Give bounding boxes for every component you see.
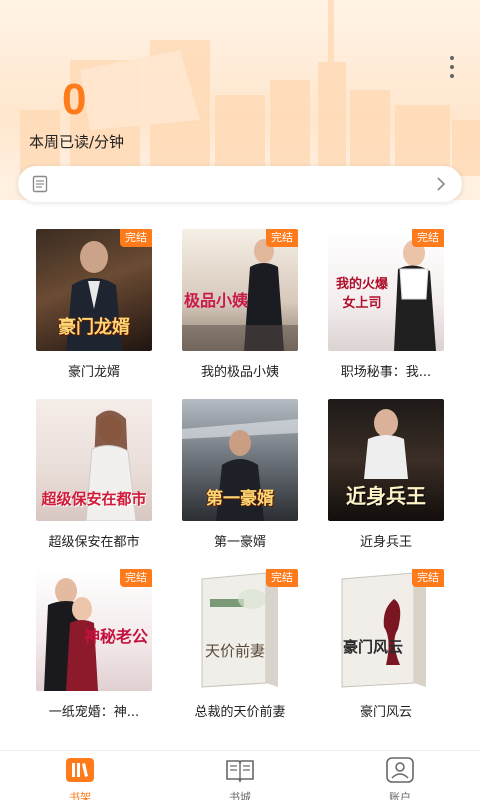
cover-title: 豪门龙婿 [58, 317, 130, 338]
more-options-button[interactable] [446, 56, 458, 78]
book-item[interactable]: 完结 我的火爆女上司 职场秘事：我... [328, 229, 444, 380]
cover-title: 神秘老公 [83, 627, 148, 646]
book-title: 超级保安在都市 [48, 535, 140, 550]
cover-title: 超级保安在都市 [41, 490, 147, 508]
weekly-read-minutes: 0 [62, 75, 87, 124]
tab-account-label: 账户 [389, 791, 411, 800]
book-cover[interactable]: 完结 神秘老公 [36, 569, 152, 691]
book-item[interactable]: 完结 神秘老公 一纸宠婚：神... [36, 569, 152, 720]
cover-title: 我的火爆女上司 [335, 277, 388, 311]
book-title: 豪门风云 [359, 705, 412, 720]
cover-title: 天价前妻 [204, 642, 265, 660]
status-badge: 完结 [412, 569, 444, 587]
book-item[interactable]: 超级保安在都市 超级保安在都市 [36, 399, 152, 550]
cover-title: 近身兵王 [346, 484, 426, 508]
tab-bookstore[interactable]: 书城 [210, 757, 270, 800]
book-cover[interactable]: 完结 豪门风云 [328, 569, 444, 691]
account-icon [386, 757, 414, 783]
book-title: 第一豪婿 [213, 535, 266, 550]
status-badge: 完结 [120, 569, 152, 587]
tab-bookstore-label: 书城 [229, 791, 251, 800]
cover-title: 第一豪婿 [206, 489, 274, 509]
book-cover[interactable]: 完结 极品小姨 [182, 229, 298, 351]
book-cover[interactable]: 完结 天价前妻 [182, 569, 298, 691]
status-badge: 完结 [266, 569, 298, 587]
book-cover[interactable]: 完结 我的火爆女上司 [328, 229, 444, 351]
dot [450, 74, 454, 78]
book-title: 总裁的天价前妻 [194, 705, 286, 720]
book-title: 豪门龙婿 [67, 365, 120, 380]
book-cover[interactable]: 超级保安在都市 [36, 399, 152, 521]
book-cover[interactable]: 近身兵王 [328, 399, 444, 521]
book-item[interactable]: 近身兵王 近身兵王 [328, 399, 444, 550]
document-icon [32, 175, 48, 193]
dot [450, 65, 454, 69]
search-input[interactable] [62, 172, 422, 196]
status-badge: 完结 [120, 229, 152, 247]
book-title: 一纸宠婚：神... [48, 705, 140, 720]
dot [450, 56, 454, 60]
book-cover[interactable]: 完结 豪门龙婿 [36, 229, 152, 351]
cover-title: 豪门风云 [342, 638, 403, 656]
chevron-right-icon[interactable] [436, 177, 446, 191]
cover-figure [201, 572, 278, 688]
bookshelf-icon [66, 758, 94, 782]
weekly-read-label: 本周已读/分钟 [29, 133, 125, 151]
book-title: 职场秘事：我... [340, 365, 432, 380]
book-item[interactable]: 第一豪婿 第一豪婿 [182, 399, 298, 550]
status-badge: 完结 [266, 229, 298, 247]
book-item[interactable]: 完结 极品小姨 我的极品小姨 [182, 229, 298, 380]
book-cover[interactable]: 第一豪婿 [182, 399, 298, 521]
search-bar[interactable] [18, 166, 462, 202]
book-title: 我的极品小姨 [200, 365, 279, 380]
cover-figure [341, 572, 426, 688]
book-item[interactable]: 完结 天价前妻 总裁的天价前妻 [182, 569, 298, 720]
book-item[interactable]: 完结 豪门龙婿 豪门龙婿 [36, 229, 152, 380]
tab-account[interactable]: 账户 [370, 757, 430, 800]
status-badge: 完结 [412, 229, 444, 247]
book-item[interactable]: 完结 豪门风云 豪门风云 [328, 569, 444, 720]
cover-title: 极品小姨 [184, 291, 249, 310]
open-book-icon [226, 760, 254, 783]
tab-bookshelf-label: 书架 [69, 791, 91, 800]
book-title: 近身兵王 [359, 535, 412, 550]
tab-bookshelf[interactable]: 书架 [50, 757, 110, 800]
bottom-navigation: 书架 书城 账户 [0, 750, 480, 800]
